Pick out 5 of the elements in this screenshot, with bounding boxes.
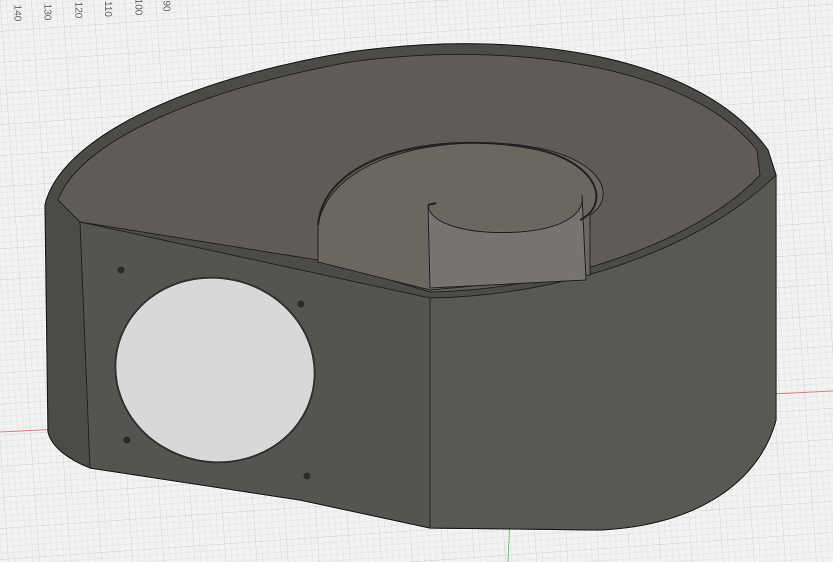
ruler-label: 90 [160,0,170,12]
ruler-label: 130 [42,3,52,20]
ruler-label: 110 [102,0,112,16]
ruler-label: 120 [72,2,82,18]
ruler-label: 140 [11,4,22,22]
